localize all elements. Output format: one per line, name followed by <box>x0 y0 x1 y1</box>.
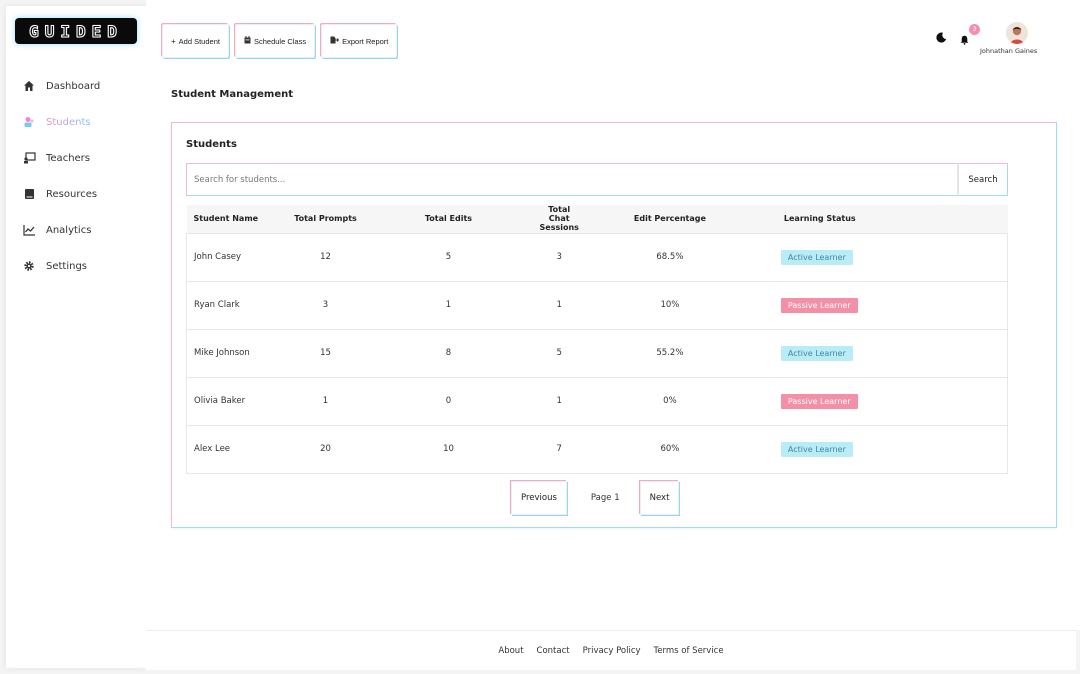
sidebar: GUIDED Dashboard Students Teachers Resou… <box>6 6 146 668</box>
footer: About Contact Privacy Policy Terms of Se… <box>146 630 1076 670</box>
table-row[interactable]: Mike Johnson 15 8 5 55.2% Active Learner <box>186 329 1008 377</box>
column-header-student-name[interactable]: Student Name <box>187 205 287 233</box>
total-chat-sessions: 1 <box>556 396 562 406</box>
sidebar-item-students[interactable]: Students <box>6 104 146 140</box>
sidebar-item-label: Teachers <box>46 152 90 164</box>
total-prompts: 20 <box>320 444 331 454</box>
notification-count-badge: 3 <box>969 24 980 35</box>
student-name: Olivia Baker <box>194 396 246 406</box>
dark-mode-toggle-icon[interactable] <box>936 28 947 47</box>
sidebar-nav: Dashboard Students Teachers Resources An… <box>6 68 146 284</box>
student-name: Alex Lee <box>194 444 231 454</box>
edit-percentage: 10% <box>660 300 680 310</box>
sidebar-item-label: Students <box>46 116 91 128</box>
sidebar-item-dashboard[interactable]: Dashboard <box>6 68 146 104</box>
column-header-learning-status[interactable]: Learning Status <box>754 205 1008 233</box>
total-chat-sessions: 7 <box>556 444 562 454</box>
sidebar-item-label: Analytics <box>46 224 92 236</box>
teacher-icon <box>22 151 36 165</box>
total-edits: 1 <box>445 300 452 310</box>
next-page-button[interactable]: Next <box>639 481 680 515</box>
sidebar-item-analytics[interactable]: Analytics <box>6 212 146 248</box>
status-badge: Passive Learner <box>780 393 858 409</box>
footer-link-privacy-policy[interactable]: Privacy Policy <box>583 646 641 656</box>
status-badge: Active Learner <box>780 249 853 265</box>
column-header-total-chat-sessions[interactable]: Total Chat Sessions <box>533 205 586 233</box>
total-edits: 8 <box>445 348 452 358</box>
export-report-button[interactable]: Export Report <box>321 24 398 58</box>
column-header-edit-percentage[interactable]: Edit Percentage <box>586 205 754 233</box>
status-badge: Active Learner <box>780 345 853 361</box>
search-input[interactable] <box>186 163 958 196</box>
add-student-button[interactable]: + Add Student <box>162 24 229 58</box>
total-prompts: 15 <box>320 348 331 358</box>
students-card: Students Search Student Name Total Promp… <box>171 122 1057 528</box>
status-badge: Active Learner <box>780 441 853 457</box>
column-header-total-prompts[interactable]: Total Prompts <box>287 205 365 233</box>
avatar[interactable] <box>1006 22 1028 44</box>
sidebar-item-label: Settings <box>46 260 88 272</box>
gear-icon <box>22 259 36 273</box>
sidebar-item-label: Resources <box>46 188 98 200</box>
student-name: Ryan Clark <box>194 300 240 310</box>
edit-percentage: 60% <box>660 444 680 454</box>
main-content: + Add Student Schedule Class Export Repo… <box>146 0 1080 630</box>
card-title: Students <box>186 139 237 150</box>
schedule-class-label: Schedule Class <box>253 36 307 46</box>
total-edits: 10 <box>443 444 454 454</box>
previous-page-button[interactable]: Previous <box>511 481 567 515</box>
footer-link-about[interactable]: About <box>498 646 523 656</box>
user-name: Johnathan Gaines <box>980 47 1038 55</box>
sidebar-item-settings[interactable]: Settings <box>6 248 146 284</box>
total-prompts: 12 <box>320 252 331 262</box>
pagination: Previous Page 1 Next <box>511 481 680 515</box>
table-row[interactable]: John Casey 12 5 3 68.5% Active Learner <box>186 233 1008 281</box>
header-user-area: 3 Johnathan Gaines <box>872 20 1062 60</box>
search-bar: Search <box>186 163 1008 196</box>
total-chat-sessions: 3 <box>556 252 562 262</box>
total-prompts: 3 <box>322 300 329 310</box>
total-chat-sessions: 1 <box>556 300 562 310</box>
total-edits: 0 <box>445 396 452 406</box>
total-prompts: 1 <box>322 396 329 406</box>
toolbar: + Add Student Schedule Class Export Repo… <box>162 24 398 58</box>
page-title: Student Management <box>171 89 294 100</box>
schedule-class-button[interactable]: Schedule Class <box>234 24 316 58</box>
book-icon <box>22 187 36 201</box>
export-report-label: Export Report <box>342 36 389 46</box>
total-edits: 5 <box>445 252 452 262</box>
edit-percentage: 55.2% <box>656 348 684 358</box>
add-student-label: Add Student <box>178 36 220 46</box>
edit-percentage: 68.5% <box>656 252 684 262</box>
edit-percentage: 0% <box>663 396 677 406</box>
home-icon <box>22 79 36 93</box>
sidebar-item-label: Dashboard <box>46 80 101 92</box>
sidebar-item-resources[interactable]: Resources <box>6 176 146 212</box>
export-file-icon <box>330 36 340 46</box>
chart-icon <box>22 223 36 237</box>
students-icon <box>22 115 36 129</box>
students-table: Student Name Total Prompts Total Edits T… <box>186 205 1008 474</box>
search-button[interactable]: Search <box>958 163 1008 196</box>
page-indicator: Page 1 <box>590 493 620 503</box>
notification-bell-icon[interactable] <box>960 30 969 49</box>
footer-link-contact[interactable]: Contact <box>537 646 570 656</box>
table-row[interactable]: Alex Lee 20 10 7 60% Active Learner <box>186 425 1008 473</box>
table-row[interactable]: Olivia Baker 1 0 1 0% Passive Learner <box>186 377 1008 425</box>
plus-icon: + <box>171 36 176 46</box>
total-chat-sessions: 5 <box>556 348 562 358</box>
column-header-total-edits[interactable]: Total Edits <box>365 205 533 233</box>
calendar-icon <box>244 36 251 46</box>
sidebar-item-teachers[interactable]: Teachers <box>6 140 146 176</box>
table-row[interactable]: Ryan Clark 3 1 1 10% Passive Learner <box>186 281 1008 329</box>
student-name: Mike Johnson <box>194 348 250 358</box>
status-badge: Passive Learner <box>780 297 858 313</box>
brand-logo[interactable]: GUIDED <box>15 18 137 44</box>
table-header-row: Student Name Total Prompts Total Edits T… <box>186 205 1008 233</box>
logo-text: GUIDED <box>29 21 123 41</box>
student-name: John Casey <box>194 252 242 262</box>
footer-link-terms-of-service[interactable]: Terms of Service <box>654 646 724 656</box>
